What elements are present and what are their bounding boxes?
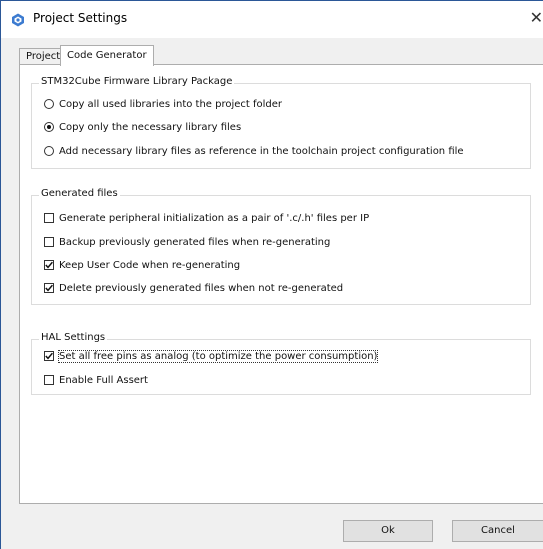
- checkbox-backup-generated-files[interactable]: Backup previously generated files when r…: [44, 234, 330, 250]
- close-icon[interactable]: ✕: [529, 9, 543, 27]
- option-label: Add necessary library files as reference…: [59, 145, 464, 157]
- option-label: Enable Full Assert: [59, 374, 148, 386]
- checkbox-delete-not-regenerated[interactable]: Delete previously generated files when n…: [44, 280, 343, 296]
- option-label: Set all free pins as analog (to optimize…: [57, 349, 379, 363]
- checkbox-free-pins-analog[interactable]: Set all free pins as analog (to optimize…: [44, 348, 379, 364]
- checkbox-keep-user-code[interactable]: Keep User Code when re-generating: [44, 257, 240, 273]
- radio-add-as-reference[interactable]: Add necessary library files as reference…: [44, 143, 464, 159]
- tab-code-generator[interactable]: Code Generator: [60, 45, 154, 66]
- option-label: Backup previously generated files when r…: [59, 236, 331, 248]
- radio-copy-all-libraries[interactable]: Copy all used libraries into the project…: [44, 96, 282, 112]
- option-label: Keep User Code when re-generating: [59, 259, 241, 271]
- title-bar[interactable]: Project Settings ✕: [1, 1, 543, 38]
- checkmark-icon: [45, 284, 53, 292]
- checkbox[interactable]: [44, 351, 54, 361]
- option-label: Copy only the necessary library files: [59, 121, 242, 133]
- option-label: Delete previously generated files when n…: [59, 282, 344, 294]
- checkbox[interactable]: [44, 260, 54, 270]
- project-settings-window: Project Settings ✕ Project Code Generato…: [0, 0, 543, 549]
- checkbox[interactable]: [44, 375, 54, 385]
- checkmark-icon: [45, 352, 53, 360]
- option-label: Copy all used libraries into the project…: [59, 98, 283, 110]
- ok-button[interactable]: Ok: [343, 520, 433, 542]
- generated-files-group-title: Generated files: [39, 188, 120, 199]
- radio-copy-necessary-files[interactable]: Copy only the necessary library files: [44, 119, 241, 135]
- radio-button[interactable]: [44, 122, 54, 132]
- cancel-button[interactable]: Cancel: [452, 520, 543, 542]
- checkbox-enable-full-assert[interactable]: Enable Full Assert: [44, 372, 148, 388]
- radio-button[interactable]: [44, 99, 54, 109]
- stm32cube-app-icon: [11, 13, 25, 27]
- checkbox[interactable]: [44, 237, 54, 247]
- checkmark-icon: [45, 261, 53, 269]
- checkbox[interactable]: [44, 213, 54, 223]
- window-title: Project Settings: [33, 11, 128, 25]
- firmware-group-title: STM32Cube Firmware Library Package: [39, 76, 235, 87]
- hal-settings-group-title: HAL Settings: [39, 332, 108, 343]
- checkbox[interactable]: [44, 283, 54, 293]
- checkbox-peripheral-init-pair[interactable]: Generate peripheral initialization as a …: [44, 210, 369, 226]
- radio-button[interactable]: [44, 146, 54, 156]
- option-label: Generate peripheral initialization as a …: [59, 212, 370, 224]
